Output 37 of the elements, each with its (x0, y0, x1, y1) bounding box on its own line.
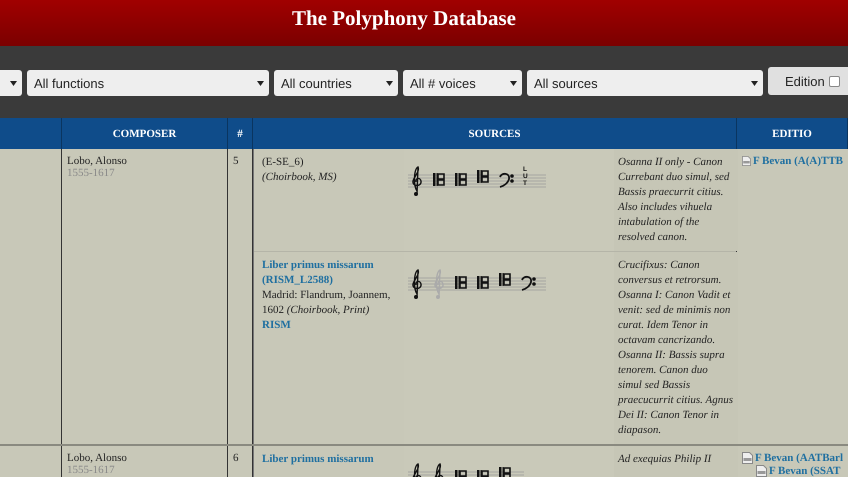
pdf-file-icon (756, 465, 767, 477)
rism-link[interactable]: RISM (262, 319, 291, 331)
source-link[interactable]: Liber primus missarum (262, 259, 374, 271)
voice-count: 6 (233, 452, 238, 464)
source-description: (E-SE_6) (Choirbook, MS) (261, 155, 338, 185)
caret-icon (751, 80, 758, 86)
source-notes: Ad exequias Philip II (614, 446, 738, 477)
caret-icon (10, 80, 17, 86)
filter-dropdown[interactable]: All countries (274, 70, 398, 96)
voice-count: 5 (233, 155, 238, 167)
source-link[interactable]: (RISM_L2588) (262, 274, 333, 286)
source-notes: Crucifixus: Canon conversus et retrorsum. Osanna I: Canon Vadit et venit: sed de minimis non curat. Idem Tenor in octavam cancrizando. Osanna II: Bassis supra tenorem. Canon duo simul sed Bassis praecucurrit citius. Agnus Dei II: Canon Tenor in diapason. (614, 252, 738, 444)
source-link[interactable]: Liber primus missarum (262, 453, 374, 465)
caret-icon (386, 80, 393, 86)
column-header: EDITIO (737, 118, 848, 149)
edition-toggle[interactable]: Edition (768, 67, 848, 95)
column-header: COMPOSER (62, 118, 228, 149)
pdf-file-icon (742, 155, 751, 167)
filter-dropdown[interactable]: All sources (527, 70, 763, 96)
caret-icon (257, 80, 264, 86)
composer-name: Lobo, Alonso (67, 452, 128, 464)
composer-name: Lobo, Alonso (67, 155, 128, 167)
edition-link[interactable]: F Bevan (A(A)TTB (742, 155, 843, 167)
edition-link[interactable]: F Bevan (AATBarl (742, 452, 843, 464)
composer-dates: 1555-1617 (67, 167, 116, 179)
site-title: The Polyphony Database (292, 6, 516, 31)
edition-link[interactable]: F Bevan (SSAT (756, 465, 843, 477)
pdf-file-icon (742, 452, 753, 464)
composer-dates: 1555-1617 (67, 464, 116, 476)
filter-dropdown[interactable]: All functions (27, 70, 269, 96)
caret-icon (510, 80, 517, 86)
source-notes: Osanna II only - Canon Currebant duo simul, sed Bassis praecurrit citius. Also includes vihuela intabulation of the resolved canon. (614, 149, 738, 251)
checkbox[interactable] (828, 76, 840, 86)
source-description: Liber primus missarum (RISM_L2588) Madrid: Flandrum, Joannem, 1602 (Choirbook, Print) RISM (261, 258, 392, 333)
column-header: # (228, 118, 253, 149)
filter-dropdown[interactable] (0, 70, 22, 96)
filter-dropdown[interactable]: All # voices (403, 70, 522, 96)
